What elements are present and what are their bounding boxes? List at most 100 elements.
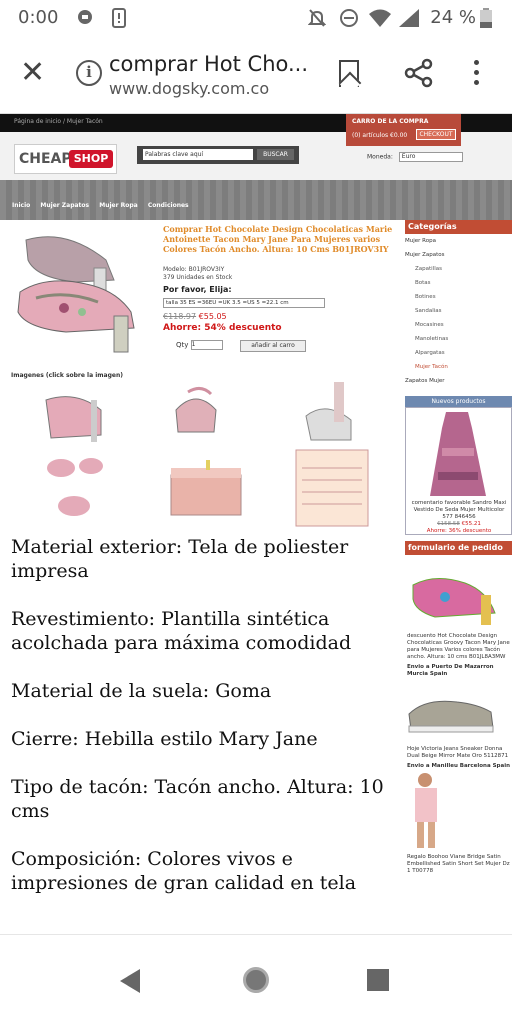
battery-level: 24 % [430, 7, 476, 28]
new-product-card[interactable]: comentario favorable Sandro Maxi Vestido… [405, 407, 512, 535]
new-products-heading: Nuevos productos [405, 396, 512, 407]
order-image-3[interactable] [405, 770, 510, 850]
thumbnail-2[interactable] [175, 387, 217, 433]
category-mujer-zapatos[interactable]: Mujer Zapatos [405, 248, 512, 262]
subcategory-mujer-tacon[interactable]: Mujer Tacón [405, 360, 512, 374]
new-product-price-old: €158.58 [437, 521, 460, 527]
subcategory-botines[interactable]: Botines [405, 290, 512, 304]
cart-summary[interactable]: (0) artículos €0.00 [352, 132, 407, 139]
product-saving: Ahorre: 54% descuento [163, 323, 282, 333]
product-description: Material exterior: Tela de poliester imp… [11, 535, 396, 919]
choose-label: Por favor, Elija: [163, 285, 232, 294]
order-item-1[interactable]: descuento Hot Chocolate Design Chocolati… [405, 633, 512, 661]
product-model-number: Modelo: B01JROV3IY [163, 266, 225, 273]
images-label: Imagenes (click sobre la imagen) [11, 372, 123, 379]
order-image-2[interactable] [405, 678, 510, 742]
order-item-2-meta: Envio a Manilleu Barcelona Spain [407, 763, 511, 769]
desc-lining: Revestimiento: Plantilla sintética acolc… [11, 608, 352, 654]
mute-icon [307, 8, 327, 33]
subcategory-manoletinas[interactable]: Manoletinas [405, 332, 512, 346]
system-nav-bar [0, 934, 512, 1024]
dnd-icon [339, 8, 359, 33]
qty-group: Qty 1 [176, 340, 223, 350]
thumbnail-5[interactable] [170, 460, 242, 516]
qty-label: Qty [176, 341, 189, 349]
thumbnail-6[interactable] [295, 449, 369, 527]
breadcrumb[interactable]: Página de inicio / Mujer Tacón [14, 118, 103, 125]
cart-box: CARRO DE LA COMPRA (0) artículos €0.00 C… [346, 114, 461, 146]
battery-icon [480, 8, 492, 33]
bookmark-icon[interactable] [339, 60, 359, 87]
overflow-menu-icon[interactable] [474, 60, 480, 90]
thumbnail-1[interactable] [45, 396, 102, 442]
wifi-icon [368, 8, 392, 33]
desc-composition: Composición: Colores vivos e impresiones… [11, 848, 357, 894]
product-title: Comprar Hot Chocolate Design Chocolatica… [163, 224, 393, 254]
thumbnail-gallery [6, 380, 386, 530]
currency-select: Moneda: Euro [367, 152, 463, 162]
status-bar: 0:00 24 % [0, 0, 512, 36]
recent-apps-icon[interactable] [367, 969, 389, 991]
price-old: €118.97 [163, 312, 197, 321]
desc-closure: Cierre: Hebilla estilo Mary Jane [11, 728, 318, 750]
thumbnail-3[interactable] [305, 382, 352, 441]
categories-heading: Categorías [405, 220, 512, 234]
nav-mujer-ropa[interactable]: Mujer Ropa [99, 202, 138, 209]
browser-toolbar: ✕ i comprar Hot Cho... www.dogsky.com.co [0, 36, 512, 114]
order-item-2[interactable]: Hoje Victoria Jeans Sneaker Donna Dual B… [405, 746, 512, 760]
subcategory-botas[interactable]: Botas [405, 276, 512, 290]
new-product-image[interactable] [406, 408, 511, 498]
currency-dropdown[interactable]: Euro [398, 152, 463, 162]
main-nav: Inicio Mujer Zapatos Mujer Ropa Condicio… [0, 180, 512, 220]
order-item-3[interactable]: Regalo Boohoo Viane Bridge Satin Embelli… [405, 854, 512, 875]
cart-title: CARRO DE LA COMPRA [352, 118, 429, 125]
price-new: €55.05 [198, 312, 227, 321]
category-zapatos-mujer[interactable]: Zapatos Mujer [405, 374, 512, 388]
new-product-saving: Ahorre: 36% descuento [426, 528, 492, 534]
order-image-1[interactable] [405, 555, 510, 629]
size-select[interactable]: talla 35 ES =36EU =UK 3.5 =US 5 =22.1 cm [163, 298, 325, 308]
category-mujer-ropa[interactable]: Mujer Ropa [405, 234, 512, 248]
search-button[interactable]: BUSCAR [257, 149, 294, 160]
subcategory-zapatillas[interactable]: Zapatillas [405, 262, 512, 276]
logo-text-left: CHEAP [19, 151, 72, 167]
sidebar: Categorías Mujer Ropa Mujer Zapatos Zapa… [405, 220, 512, 875]
subcategory-mocasines[interactable]: Mocasines [405, 318, 512, 332]
order-item-1-meta: Envio a Puerto De Mazarron Murcia Spain [407, 664, 494, 677]
signal-icon [398, 8, 420, 33]
order-form-heading: formulario de pedido [405, 541, 512, 555]
product-main-image[interactable] [6, 220, 158, 356]
search-input[interactable]: Palabras clave aquí [143, 149, 253, 160]
info-icon[interactable]: i [76, 60, 102, 86]
thumbnail-4[interactable] [42, 452, 108, 522]
currency-label: Moneda: [367, 153, 393, 161]
share-icon[interactable] [404, 58, 434, 88]
status-time: 0:00 [18, 7, 59, 28]
add-to-cart-button[interactable]: añadir al carro [240, 340, 306, 352]
nav-condiciones[interactable]: Condiciones [148, 202, 189, 209]
logo-text-right: SHOP [69, 150, 113, 168]
search-bar: Palabras clave aquí BUSCAR [137, 146, 299, 164]
checkout-button[interactable]: CHECKOUT [416, 129, 456, 140]
new-product-name[interactable]: comentario favorable Sandro Maxi Vestido… [408, 500, 510, 521]
product-price: €118.97 €55.05 [163, 312, 227, 321]
chat-icon [76, 8, 94, 31]
categories-list: Mujer Ropa Mujer Zapatos Zapatillas Bota… [405, 234, 512, 388]
desc-heel: Tipo de tacón: Tacón ancho. Altura: 10 c… [11, 776, 384, 822]
product-model: Modelo: B01JROV3IY 379 Unidades en Stock [163, 266, 232, 282]
url-domain[interactable]: www.dogsky.com.co [109, 79, 269, 98]
back-icon[interactable] [120, 969, 140, 993]
close-icon[interactable]: ✕ [20, 58, 45, 88]
home-icon[interactable] [243, 967, 269, 993]
new-product-caption: comentario favorable Sandro Maxi Vestido… [408, 500, 510, 535]
subcategory-sandalias[interactable]: Sandalias [405, 304, 512, 318]
page-title[interactable]: comprar Hot Cho... [109, 52, 308, 76]
desc-exterior: Material exterior: Tela de poliester imp… [11, 536, 349, 582]
nav-inicio[interactable]: Inicio [12, 202, 30, 209]
subcategory-alpargatas[interactable]: Alpargatas [405, 346, 512, 360]
sim-icon [112, 8, 126, 33]
site-logo[interactable]: CHEAP SHOP [14, 144, 117, 174]
web-page: Página de inicio / Mujer Tacón CHEAP SHO… [0, 114, 512, 934]
nav-mujer-zapatos[interactable]: Mujer Zapatos [40, 202, 89, 209]
qty-input[interactable]: 1 [190, 340, 223, 350]
